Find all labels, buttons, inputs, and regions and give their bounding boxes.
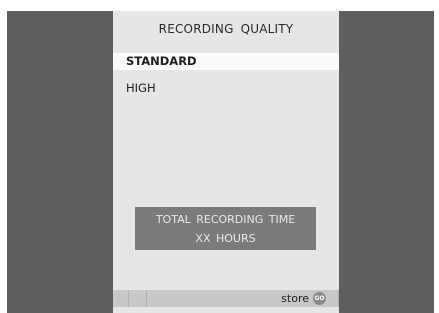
go-button-icon[interactable]: GO — [313, 292, 326, 305]
recording-hours-value: XX HOURS — [195, 232, 256, 245]
status-bar: store GO — [113, 290, 339, 307]
menu-item-standard[interactable]: STANDARD — [113, 53, 339, 70]
menu-title: RECORDING QUALITY — [158, 22, 294, 36]
menu-item-high[interactable]: HIGH — [113, 80, 339, 97]
status-divider — [338, 290, 339, 307]
store-label: store — [281, 292, 309, 305]
status-divider — [128, 290, 129, 307]
menu-item-label: HIGH — [126, 81, 156, 95]
total-recording-time-box: TOTAL RECORDING TIME XX HOURS — [135, 207, 316, 250]
recording-quality-menu: RECORDING QUALITY STANDARD HIGH TOTAL RE… — [113, 11, 339, 313]
total-recording-time-label: TOTAL RECORDING TIME — [155, 213, 296, 226]
menu-item-label: STANDARD — [126, 54, 197, 68]
status-divider — [146, 290, 147, 307]
